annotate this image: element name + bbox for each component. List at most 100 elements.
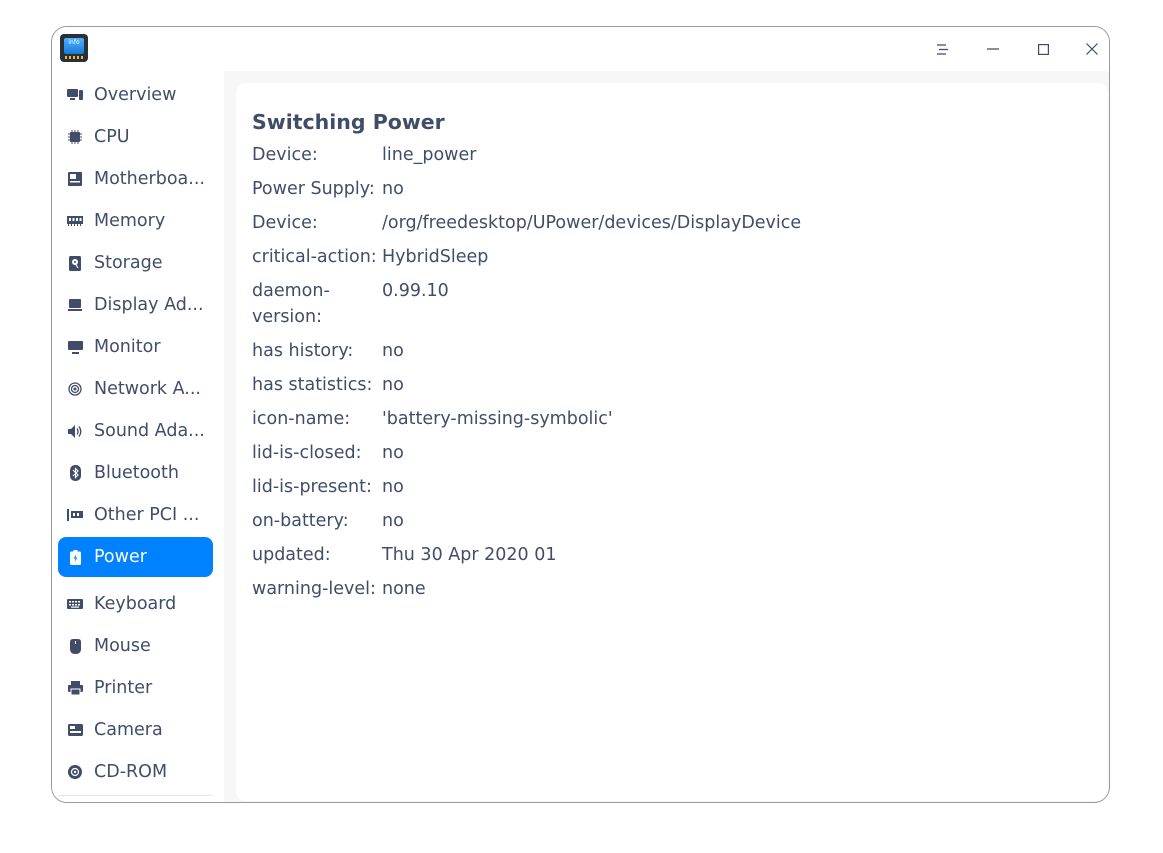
sidebar-item-storage[interactable]: Storage [58, 243, 213, 283]
info-row: Device: line_power [252, 142, 476, 168]
sidebar-item-label: Power [94, 547, 147, 567]
info-row: critical-action: HybridSleep [252, 244, 488, 270]
close-icon [1086, 43, 1098, 55]
sidebar-item-motherboard[interactable]: Motherboa... [58, 159, 213, 199]
sidebar-item-overview[interactable]: Overview [58, 75, 213, 115]
info-key: has statistics: [252, 375, 373, 395]
sidebar-item-label: Storage [94, 253, 163, 273]
sidebar: Overview CPU Motherboa... Memory Storage [52, 71, 224, 802]
sidebar-item-label: Other PCI ... [94, 505, 200, 525]
info-key: lid-is-present: [252, 477, 372, 497]
info-value: no [382, 477, 404, 497]
info-key: lid-is-closed: [252, 443, 362, 463]
sidebar-item-display-adapter[interactable]: Display Ad... [58, 285, 213, 325]
sidebar-item-other-pci[interactable]: Other PCI ... [58, 495, 213, 535]
info-key: has history: [252, 341, 354, 361]
cdrom-icon [67, 764, 83, 780]
info-key: icon-name: [252, 409, 351, 429]
sidebar-item-camera[interactable]: Camera [58, 710, 213, 750]
info-row: icon-name: 'battery-missing-symbolic' [252, 406, 613, 432]
info-row: warning-level: none [252, 576, 426, 602]
info-row: has history: no [252, 338, 404, 364]
menu-icon [937, 43, 948, 55]
info-value: no [382, 511, 404, 531]
info-value: HybridSleep [382, 247, 489, 267]
maximize-button[interactable] [1018, 27, 1068, 71]
info-value: 'battery-missing-symbolic' [382, 409, 613, 429]
info-key: Power Supply: [252, 179, 375, 199]
sidebar-item-printer[interactable]: Printer [58, 668, 213, 708]
memory-icon [67, 213, 83, 229]
sidebar-item-sound-adapter[interactable]: Sound Ada... [58, 411, 213, 451]
info-key: Device: [252, 145, 318, 165]
info-value: no [382, 179, 404, 199]
sidebar-item-memory[interactable]: Memory [58, 201, 213, 241]
minimize-button[interactable] [968, 27, 1018, 71]
sidebar-item-label: Overview [94, 85, 177, 105]
info-row: on-battery: no [252, 508, 404, 534]
motherboard-icon [67, 171, 83, 187]
info-value: /org/freedesktop/UPower/devices/DisplayD… [382, 213, 802, 233]
info-row: lid-is-closed: no [252, 440, 404, 466]
info-row: lid-is-present: no [252, 474, 404, 500]
storage-icon [67, 255, 83, 271]
device-manager-icon: info [60, 34, 88, 62]
camera-icon [67, 722, 83, 738]
cpu-icon [67, 129, 83, 145]
monitor-icon [67, 339, 83, 355]
sidebar-item-label: CD-ROM [94, 762, 168, 782]
info-value: no [382, 443, 404, 463]
close-button[interactable] [1067, 27, 1109, 71]
app-icon-text: info [64, 38, 84, 54]
sidebar-divider [58, 795, 213, 796]
network-icon [67, 381, 83, 397]
sidebar-item-mouse[interactable]: Mouse [58, 626, 213, 666]
pci-icon [67, 507, 83, 523]
power-icon [67, 549, 83, 565]
menu-button[interactable] [918, 27, 968, 71]
sidebar-item-label: Memory [94, 211, 166, 231]
sidebar-item-label: Mouse [94, 636, 151, 656]
info-key: updated: [252, 545, 331, 565]
info-key: critical-action: [252, 247, 377, 267]
bluetooth-icon [67, 465, 83, 481]
sidebar-item-power[interactable]: Power [58, 537, 213, 577]
device-manager-window: info Overview CPU Motherboa... Memory St… [51, 26, 1110, 803]
info-row: daemon-version: 0.99.10 [252, 278, 449, 330]
info-value: 0.99.10 [382, 281, 449, 301]
display-adapter-icon [67, 297, 83, 313]
title-bar: info [52, 27, 1109, 71]
info-value: line_power [382, 145, 477, 165]
sidebar-item-label: Printer [94, 678, 153, 698]
sound-icon [67, 423, 83, 439]
sidebar-item-label: CPU [94, 127, 130, 147]
page-title: Switching Power [252, 110, 445, 134]
info-value: no [382, 341, 404, 361]
sidebar-item-bluetooth[interactable]: Bluetooth [58, 453, 213, 493]
info-value: Thu 30 Apr 2020 01 [382, 545, 557, 565]
info-key: daemon-version: [252, 281, 330, 327]
info-row: Power Supply: no [252, 176, 404, 202]
info-row: updated: Thu 30 Apr 2020 01 [252, 542, 556, 568]
sidebar-item-label: Bluetooth [94, 463, 179, 483]
info-row: has statistics: no [252, 372, 404, 398]
sidebar-item-network-adapter[interactable]: Network A... [58, 369, 213, 409]
sidebar-item-label: Camera [94, 720, 163, 740]
sidebar-item-label: Network A... [94, 379, 201, 399]
detail-panel: Switching Power Device: line_power Power… [236, 83, 1108, 801]
sidebar-item-cpu[interactable]: CPU [58, 117, 213, 157]
sidebar-item-keyboard[interactable]: Keyboard [58, 584, 213, 624]
sidebar-item-monitor[interactable]: Monitor [58, 327, 213, 367]
info-key: on-battery: [252, 511, 349, 531]
sidebar-item-label: Motherboa... [94, 169, 205, 189]
sidebar-item-label: Display Ad... [94, 295, 204, 315]
info-key: warning-level: [252, 579, 376, 599]
maximize-icon [1037, 43, 1049, 55]
mouse-icon [67, 638, 83, 654]
sidebar-item-cdrom[interactable]: CD-ROM [58, 752, 213, 792]
printer-icon [67, 680, 83, 696]
sidebar-item-label: Monitor [94, 337, 161, 357]
minimize-icon [987, 48, 999, 50]
keyboard-icon [67, 596, 83, 612]
info-value: none [382, 579, 426, 599]
